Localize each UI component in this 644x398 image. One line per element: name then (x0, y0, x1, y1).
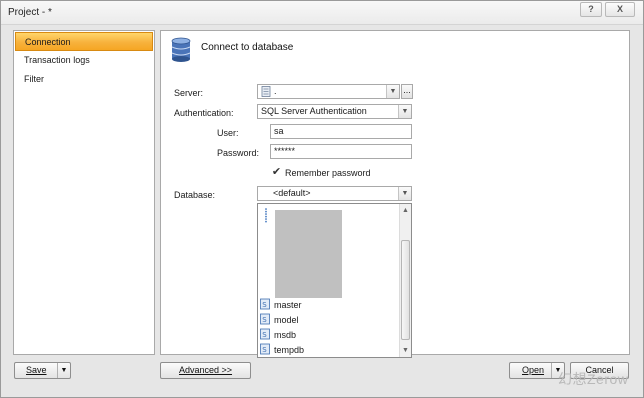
scroll-thumb[interactable] (401, 240, 410, 340)
database-icon: S (260, 328, 270, 340)
authentication-label: Authentication: (174, 108, 234, 118)
chevron-down-icon[interactable]: ▼ (386, 85, 399, 98)
redacted-region (275, 210, 342, 298)
list-item-tempdb[interactable]: S tempdb (260, 343, 304, 358)
save-button[interactable]: Save ▼ (14, 362, 71, 379)
nav-item-filter[interactable]: Filter (15, 70, 153, 89)
server-value: . (274, 86, 277, 96)
svg-text:S: S (262, 316, 267, 324)
chevron-down-icon[interactable]: ▼ (57, 363, 70, 378)
project-dialog: Project - * ? X Connection Transaction l… (0, 0, 644, 398)
list-item-master[interactable]: S master (260, 298, 302, 313)
advanced-button[interactable]: Advanced >> (160, 362, 251, 379)
list-item-model[interactable]: S model (260, 313, 299, 328)
scroll-down-icon[interactable]: ▼ (400, 345, 411, 356)
user-field[interactable]: sa (270, 124, 412, 139)
database-icon (265, 208, 267, 223)
password-field[interactable]: ****** (270, 144, 412, 159)
window-title: Project - * (8, 7, 52, 18)
watermark: 幻想Zerow (558, 371, 629, 387)
connection-panel: Connect to database Server: . ▼ ... Auth… (160, 30, 630, 358)
remember-password-checkbox[interactable]: ✔ (271, 167, 282, 178)
server-label: Server: (174, 88, 204, 98)
database-label: Database: (174, 190, 216, 200)
remember-password-label: Remember password (285, 168, 371, 178)
open-button[interactable]: Open ▼ (509, 362, 565, 379)
svg-text:S: S (262, 301, 267, 309)
database-icon: S (260, 298, 270, 310)
chevron-down-icon[interactable]: ▼ (398, 105, 411, 118)
svg-text:S: S (262, 346, 267, 354)
title-bar: Project - * ? X (1, 1, 643, 25)
database-icon (171, 37, 191, 62)
svg-text:S: S (262, 331, 267, 339)
nav-item-connection[interactable]: Connection (15, 32, 153, 51)
scroll-up-icon[interactable]: ▲ (400, 205, 411, 216)
database-value: <default> (273, 188, 311, 198)
database-icon: S (260, 343, 270, 355)
dropdown-scrollbar[interactable]: ▲ ▼ (399, 204, 411, 357)
server-combobox[interactable]: . ▼ (257, 84, 400, 99)
help-button[interactable]: ? (580, 2, 602, 17)
browse-server-button[interactable]: ... (401, 84, 413, 99)
list-item-msdb[interactable]: S msdb (260, 328, 296, 343)
page-title: Connect to database (201, 42, 294, 53)
server-icon (261, 86, 271, 97)
authentication-value: SQL Server Authentication (261, 106, 367, 116)
chevron-down-icon[interactable]: ▼ (398, 187, 411, 200)
database-icon: S (260, 313, 270, 325)
authentication-select[interactable]: SQL Server Authentication ▼ (257, 104, 412, 119)
database-dropdown-list[interactable]: S master S model S msdb S tempdb ▲ ▼ (257, 203, 412, 358)
close-button[interactable]: X (605, 2, 635, 17)
database-select[interactable]: <default> ▼ (257, 186, 412, 201)
user-label: User: (217, 128, 239, 138)
nav-item-transaction-logs[interactable]: Transaction logs (15, 51, 153, 70)
password-label: Password: (217, 148, 260, 158)
navigation-panel: Connection Transaction logs Filter (13, 30, 155, 355)
